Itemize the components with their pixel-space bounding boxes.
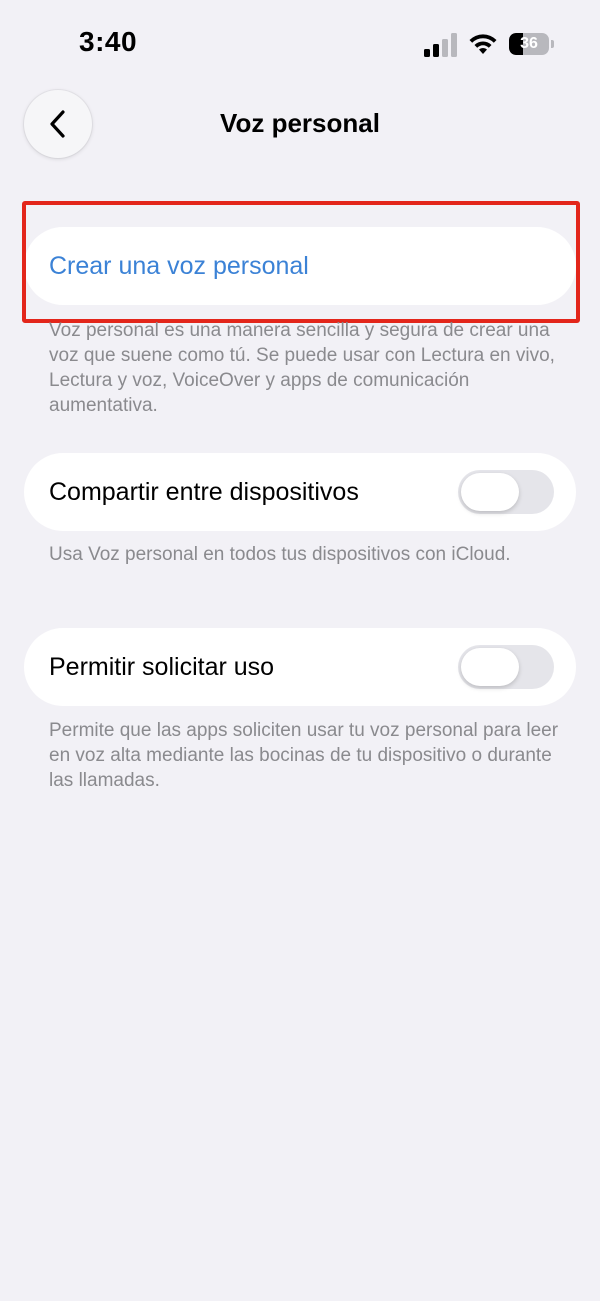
allow-request-use-row: Permitir solicitar uso [24,628,576,706]
toggle-knob [461,648,519,686]
battery-level: 36 [520,35,538,52]
status-bar: 3:40 36 [0,0,600,80]
page-title: Voz personal [220,108,380,138]
wifi-icon [469,34,497,54]
request-section-footer: Permite que las apps soliciten usar tu v… [49,720,559,791]
share-across-devices-row: Compartir entre dispositivos [24,453,576,531]
allow-request-use-label: Permitir solicitar uso [49,653,275,681]
battery-icon: 36 [509,33,555,55]
allow-request-use-toggle[interactable] [458,645,554,689]
toggle-knob [461,473,519,511]
share-section-footer: Usa Voz personal en todos tus dispositiv… [49,544,511,565]
highlight-box [22,201,580,323]
create-section-footer: Voz personal es una manera sencilla y se… [49,320,555,416]
share-across-devices-label: Compartir entre dispositivos [49,478,359,506]
cellular-signal-icon [424,33,457,57]
status-time: 3:40 [79,26,138,57]
share-across-devices-toggle[interactable] [458,470,554,514]
